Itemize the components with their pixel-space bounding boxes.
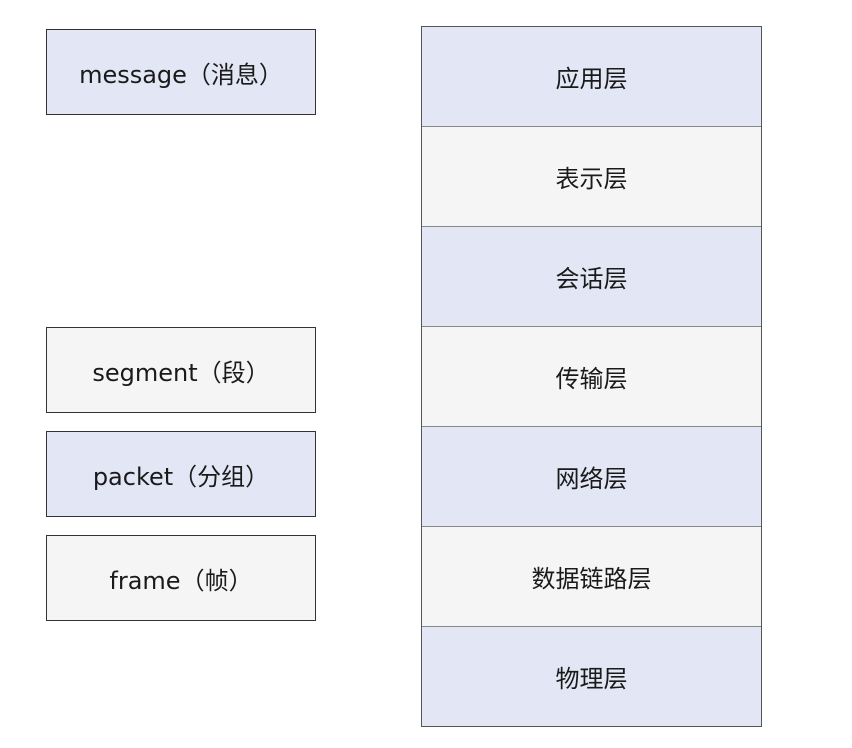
layer-physical-label: 物理层 bbox=[555, 665, 628, 693]
pdu-message-label: message（消息） bbox=[79, 60, 283, 89]
layer-application: 应用层 bbox=[422, 27, 761, 126]
layer-network: 网络层 bbox=[422, 426, 761, 526]
pdu-message-box: message（消息） bbox=[46, 29, 316, 115]
pdu-frame-box: frame（帧） bbox=[46, 535, 316, 621]
layer-presentation-label: 表示层 bbox=[555, 165, 628, 193]
layer-transport: 传输层 bbox=[422, 326, 761, 426]
layer-data-link: 数据链路层 bbox=[422, 526, 761, 626]
layer-network-label: 网络层 bbox=[555, 465, 628, 493]
layer-application-label: 应用层 bbox=[555, 65, 628, 93]
pdu-segment-label: segment（段） bbox=[92, 358, 270, 387]
layer-transport-label: 传输层 bbox=[555, 365, 628, 393]
pdu-segment-box: segment（段） bbox=[46, 327, 316, 413]
pdu-packet-label: packet（分组） bbox=[92, 462, 270, 491]
layer-session: 会话层 bbox=[422, 226, 761, 326]
pdu-frame-label: frame（帧） bbox=[109, 566, 253, 595]
layer-presentation: 表示层 bbox=[422, 126, 761, 226]
layer-session-label: 会话层 bbox=[555, 265, 628, 293]
layer-physical: 物理层 bbox=[422, 626, 761, 726]
osi-layer-stack: 应用层 表示层 会话层 传输层 网络层 数据链路层 物理层 bbox=[421, 26, 762, 727]
pdu-packet-box: packet（分组） bbox=[46, 431, 316, 517]
layer-data-link-label: 数据链路层 bbox=[531, 565, 652, 593]
